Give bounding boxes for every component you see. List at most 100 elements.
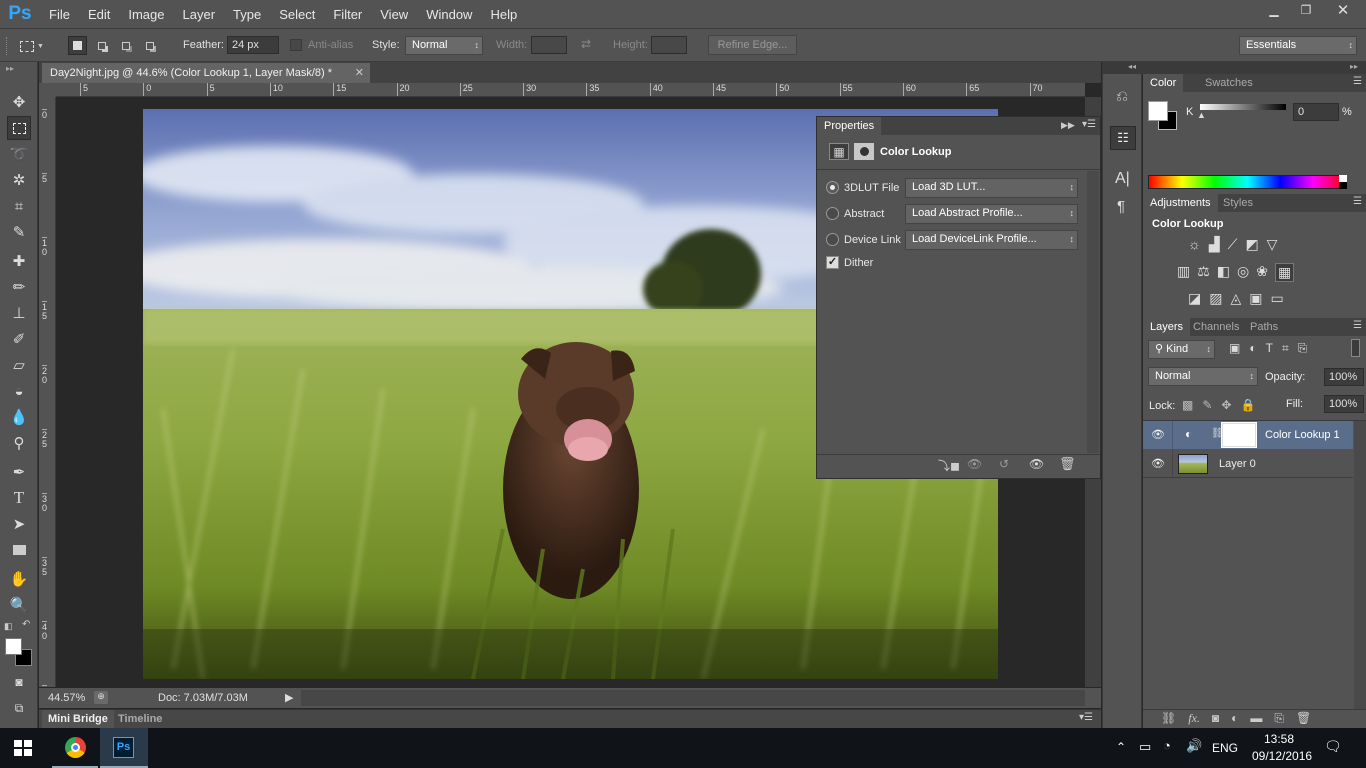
expand-icon[interactable]: ▸▸ (1350, 62, 1358, 71)
dodge-tool-icon[interactable]: ⚲ (7, 431, 31, 455)
collapse-panel-icon[interactable]: ▶▶ (1061, 120, 1075, 131)
chrome-taskbar-button[interactable] (52, 728, 98, 768)
move-tool-icon[interactable]: ✥ (7, 90, 31, 114)
channel-mixer-icon[interactable]: ❀ (1256, 263, 1268, 282)
menu-view[interactable]: View (371, 7, 417, 22)
new-adjustment-icon[interactable]: ◐ (1231, 711, 1238, 726)
properties-menu-icon[interactable]: ▾☰ (1082, 119, 1096, 130)
adjustment-icon[interactable]: ▦ (829, 143, 849, 160)
tab-color[interactable]: Color (1143, 74, 1184, 92)
lock-all-icon[interactable]: 🔒 (1240, 398, 1255, 412)
menu-edit[interactable]: Edit (79, 7, 119, 22)
volume-icon[interactable]: 🔊 (1186, 738, 1202, 754)
new-layer-icon[interactable]: ⎘ (1274, 711, 1284, 726)
tab-adjustments[interactable]: Adjustments (1143, 194, 1218, 212)
language-indicator[interactable]: ENG (1212, 741, 1238, 755)
show-hidden-icons[interactable]: ⌃ (1116, 740, 1126, 754)
layer-mask-thumbnail[interactable] (1221, 422, 1257, 448)
vibrance-icon[interactable]: ▽ (1267, 236, 1278, 253)
hue-saturation-icon[interactable]: ▥ (1177, 263, 1190, 282)
tab-mini-bridge[interactable]: Mini Bridge (42, 710, 114, 728)
quick-mask-icon[interactable]: ◙ (7, 670, 31, 694)
battery-icon[interactable]: ▭ (1139, 739, 1151, 755)
tab-paths[interactable]: Paths (1250, 321, 1278, 333)
foreground-color-swatch[interactable] (5, 638, 22, 655)
radio-abstract[interactable] (826, 207, 839, 220)
k-slider-track[interactable] (1200, 104, 1286, 110)
eyedropper-tool-icon[interactable]: ✎ (7, 220, 31, 244)
history-panel-icon[interactable]: ⎌ (1116, 88, 1128, 105)
panel-menu-icon[interactable]: ▾☰ (1079, 712, 1093, 723)
exposure-icon[interactable]: ◩ (1245, 236, 1258, 253)
properties-panel-icon[interactable]: ☷ (1110, 126, 1136, 150)
swap-icon[interactable]: ⇄ (581, 37, 591, 51)
spectrum-white[interactable] (1339, 175, 1347, 182)
filter-toggle[interactable] (1351, 339, 1360, 357)
visibility-icon[interactable]: 👁 (1029, 457, 1044, 471)
zoom-tool-icon[interactable]: 🔍 (7, 593, 31, 617)
blur-tool-icon[interactable]: 💧 (7, 405, 31, 429)
network-icon[interactable]: ◔ (1163, 738, 1171, 753)
menu-image[interactable]: Image (119, 7, 173, 22)
new-selection-icon[interactable] (68, 36, 87, 55)
layers-scrollbar[interactable] (1354, 421, 1366, 709)
status-menu-arrow-icon[interactable]: ▶ (285, 691, 293, 704)
fill-input[interactable]: 100% (1324, 395, 1364, 413)
curves-icon[interactable]: ⟋ (1228, 236, 1238, 253)
radio-device-link[interactable] (826, 233, 839, 246)
menu-file[interactable]: File (40, 7, 79, 22)
load-devicelink-select[interactable]: Load DeviceLink Profile... (905, 230, 1078, 250)
filter-type-icon[interactable]: T (1266, 341, 1273, 356)
brightness-icon[interactable]: ☼ (1188, 236, 1201, 253)
clock-date[interactable]: 09/12/2016 (1252, 749, 1312, 763)
document-tab[interactable]: Day2Night.jpg @ 44.6% (Color Lookup 1, L… (42, 63, 370, 83)
invert-icon[interactable]: ◪ (1188, 290, 1201, 307)
pen-tool-icon[interactable]: ✒ (7, 460, 31, 484)
marquee-tool-icon[interactable] (7, 116, 31, 140)
gradient-map-icon[interactable]: ▭ (1270, 290, 1283, 307)
color-lookup-icon[interactable]: ▦ (1274, 263, 1295, 282)
load-abstract-select[interactable]: Load Abstract Profile... (905, 204, 1078, 224)
status-info-icon[interactable]: ⊕ (94, 691, 108, 704)
minimize-icon[interactable]: ▁ (1258, 0, 1290, 20)
filter-pixel-icon[interactable]: ▣ (1229, 341, 1240, 356)
collapse-icon[interactable]: ▸▸ (6, 64, 14, 73)
tab-channels[interactable]: Channels (1193, 321, 1239, 333)
radio-3dlut[interactable] (826, 181, 839, 194)
vertical-ruler[interactable]: 0 5 1 0 1 5 2 0 2 5 3 0 3 5 4 0 4 5 (39, 97, 56, 687)
black-white-icon[interactable]: ◧ (1217, 263, 1230, 282)
brush-tool-icon[interactable]: ✏ (7, 275, 31, 299)
style-select[interactable]: Normal (405, 36, 483, 55)
menu-filter[interactable]: Filter (324, 7, 371, 22)
add-mask-icon[interactable]: ◙ (1212, 711, 1219, 726)
color-fg-swatch[interactable] (1148, 101, 1168, 121)
lock-image-icon[interactable]: ✎ (1202, 398, 1212, 412)
menu-window[interactable]: Window (417, 7, 481, 22)
view-previous-icon[interactable]: 👁 (967, 457, 982, 471)
tab-styles[interactable]: Styles (1223, 197, 1253, 209)
crop-tool-icon[interactable]: ⌗ (7, 194, 31, 218)
layer-row-layer-0[interactable]: 👁 Layer 0 (1143, 450, 1353, 478)
layer-row-color-lookup[interactable]: 👁 ◐ ⛓ Color Lookup 1 (1143, 421, 1353, 449)
photoshop-taskbar-button[interactable]: Ps (100, 728, 148, 768)
height-input[interactable] (651, 36, 687, 54)
color-spectrum-bar[interactable] (1148, 175, 1347, 189)
posterize-icon[interactable]: ▨ (1209, 290, 1222, 307)
layer-style-icon[interactable]: fx. (1188, 711, 1200, 726)
close-icon[interactable]: ✕ (1324, 0, 1362, 20)
threshold-icon[interactable]: ◬ (1230, 290, 1241, 307)
lasso-tool-icon[interactable]: ➰ (7, 142, 31, 166)
ruler-origin[interactable] (39, 83, 56, 97)
filter-shape-icon[interactable]: ⌗ (1282, 341, 1289, 356)
menu-select[interactable]: Select (270, 7, 324, 22)
width-input[interactable] (531, 36, 567, 54)
zoom-level[interactable]: 44.57% (48, 692, 85, 704)
link-layers-icon[interactable]: ⛓ (1161, 711, 1176, 726)
workspace-select[interactable]: Essentials (1239, 36, 1357, 55)
layer-name-layer-0[interactable]: Layer 0 (1219, 458, 1256, 470)
add-selection-icon[interactable] (93, 37, 110, 54)
spectrum-black[interactable] (1339, 182, 1347, 189)
filter-adjustment-icon[interactable]: ◐ (1249, 341, 1256, 356)
intersect-selection-icon[interactable] (141, 37, 158, 54)
history-brush-tool-icon[interactable]: ✐ (7, 327, 31, 351)
